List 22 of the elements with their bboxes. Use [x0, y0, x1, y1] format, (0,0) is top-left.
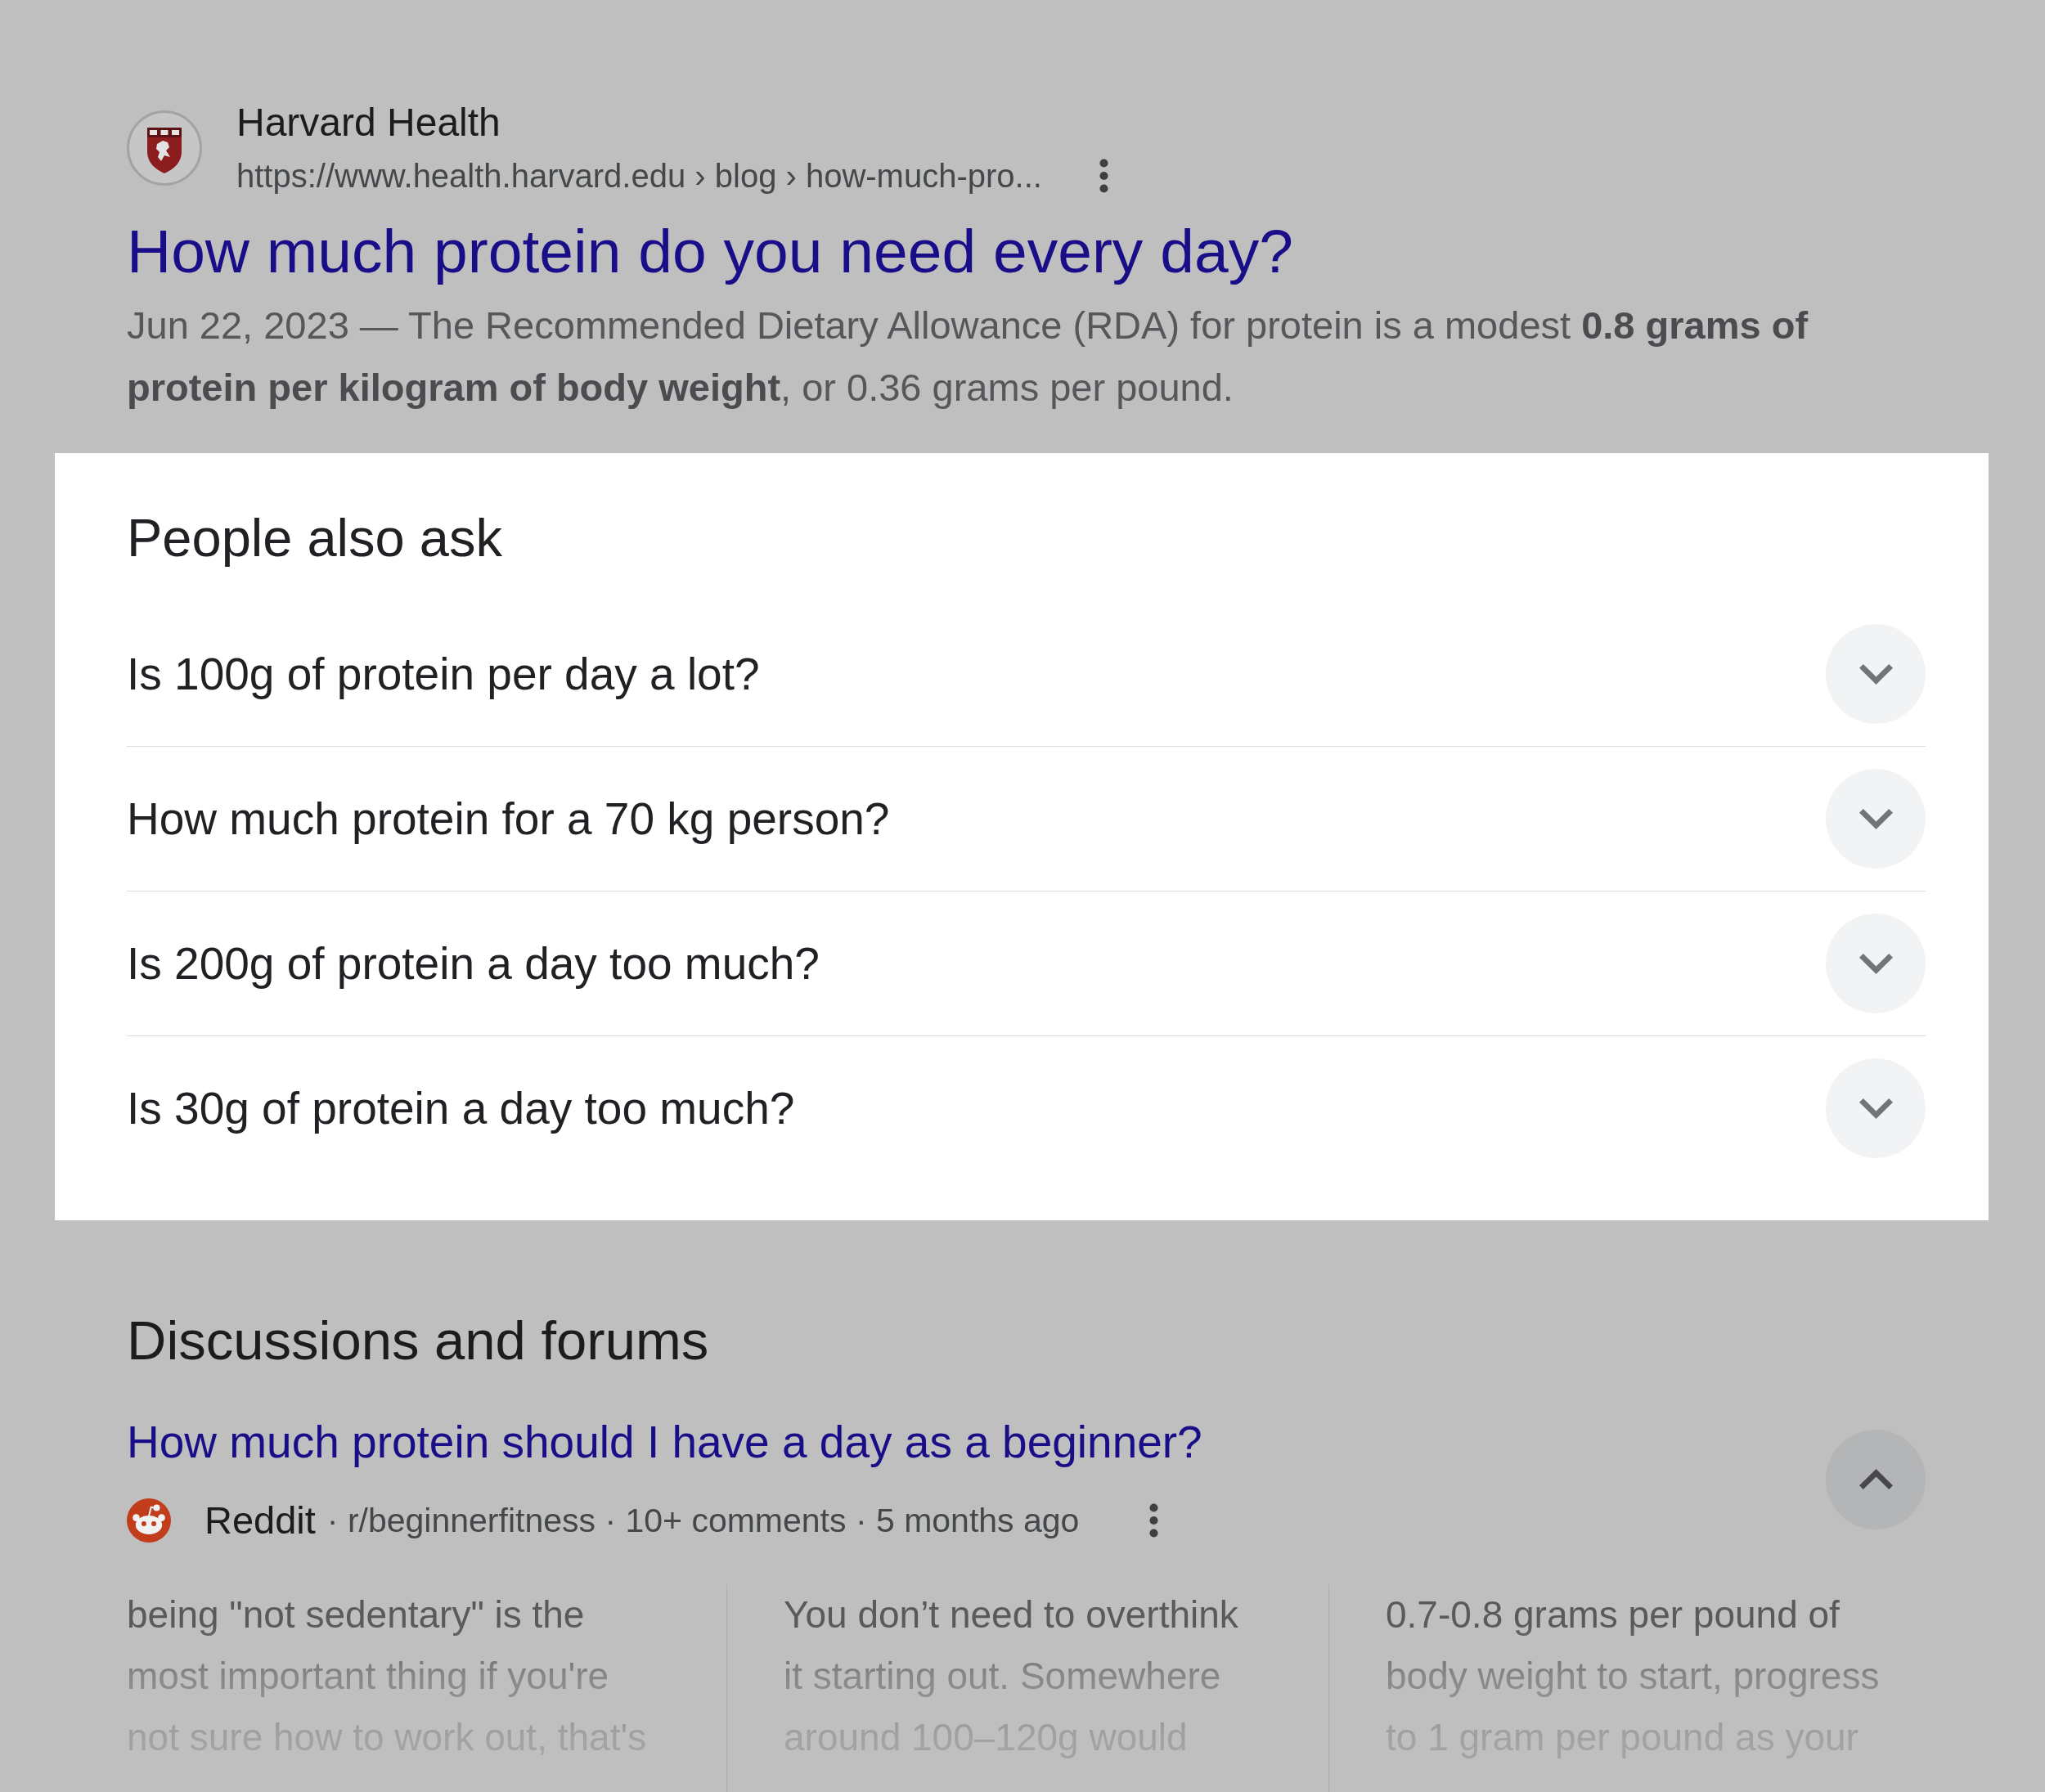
- question-text[interactable]: How much protein for a 70 kg person?: [127, 790, 890, 847]
- shield-logo-icon: [127, 110, 202, 186]
- result-snippet: Jun 22, 2023 — The Recommended Dietary Allowance (RDA) for protein is a modest 0.8 grams of protein per kilogram of body weight, or 0.36 grams per pound.: [127, 303, 1809, 411]
- chevron-down-icon: [1858, 663, 1893, 685]
- section-heading: People also ask: [127, 507, 502, 569]
- more-options-icon[interactable]: [1149, 1503, 1159, 1538]
- chevron-down-icon: [1858, 953, 1893, 974]
- chevron-down-icon: [1858, 1098, 1893, 1119]
- more-options-icon[interactable]: [1099, 159, 1108, 193]
- source-name: Reddit: [204, 1498, 316, 1543]
- question-text[interactable]: Is 200g of protein a day too much?: [127, 935, 820, 992]
- question-text[interactable]: Is 30g of protein a day too much?: [127, 1080, 795, 1137]
- site-url: https://www.health.harvard.edu › blog › how-much-pro...: [236, 157, 1042, 195]
- section-heading: Discussions and forums: [127, 1309, 709, 1372]
- question-text[interactable]: Is 100g of protein per day a lot?: [127, 645, 760, 703]
- thread-title-link[interactable]: How much protein should I have a day as a beginner?: [127, 1409, 1202, 1475]
- alien-logo-icon: [127, 1498, 171, 1543]
- result-title-link[interactable]: How much protein do you need every day?: [127, 213, 1293, 289]
- chevron-up-icon: [1858, 1469, 1893, 1489]
- site-name: Harvard Health: [236, 100, 501, 146]
- thread-info: · r/beginnerfitness · 10+ comments · 5 months ago: [326, 1501, 1080, 1541]
- chevron-down-icon: [1858, 808, 1893, 829]
